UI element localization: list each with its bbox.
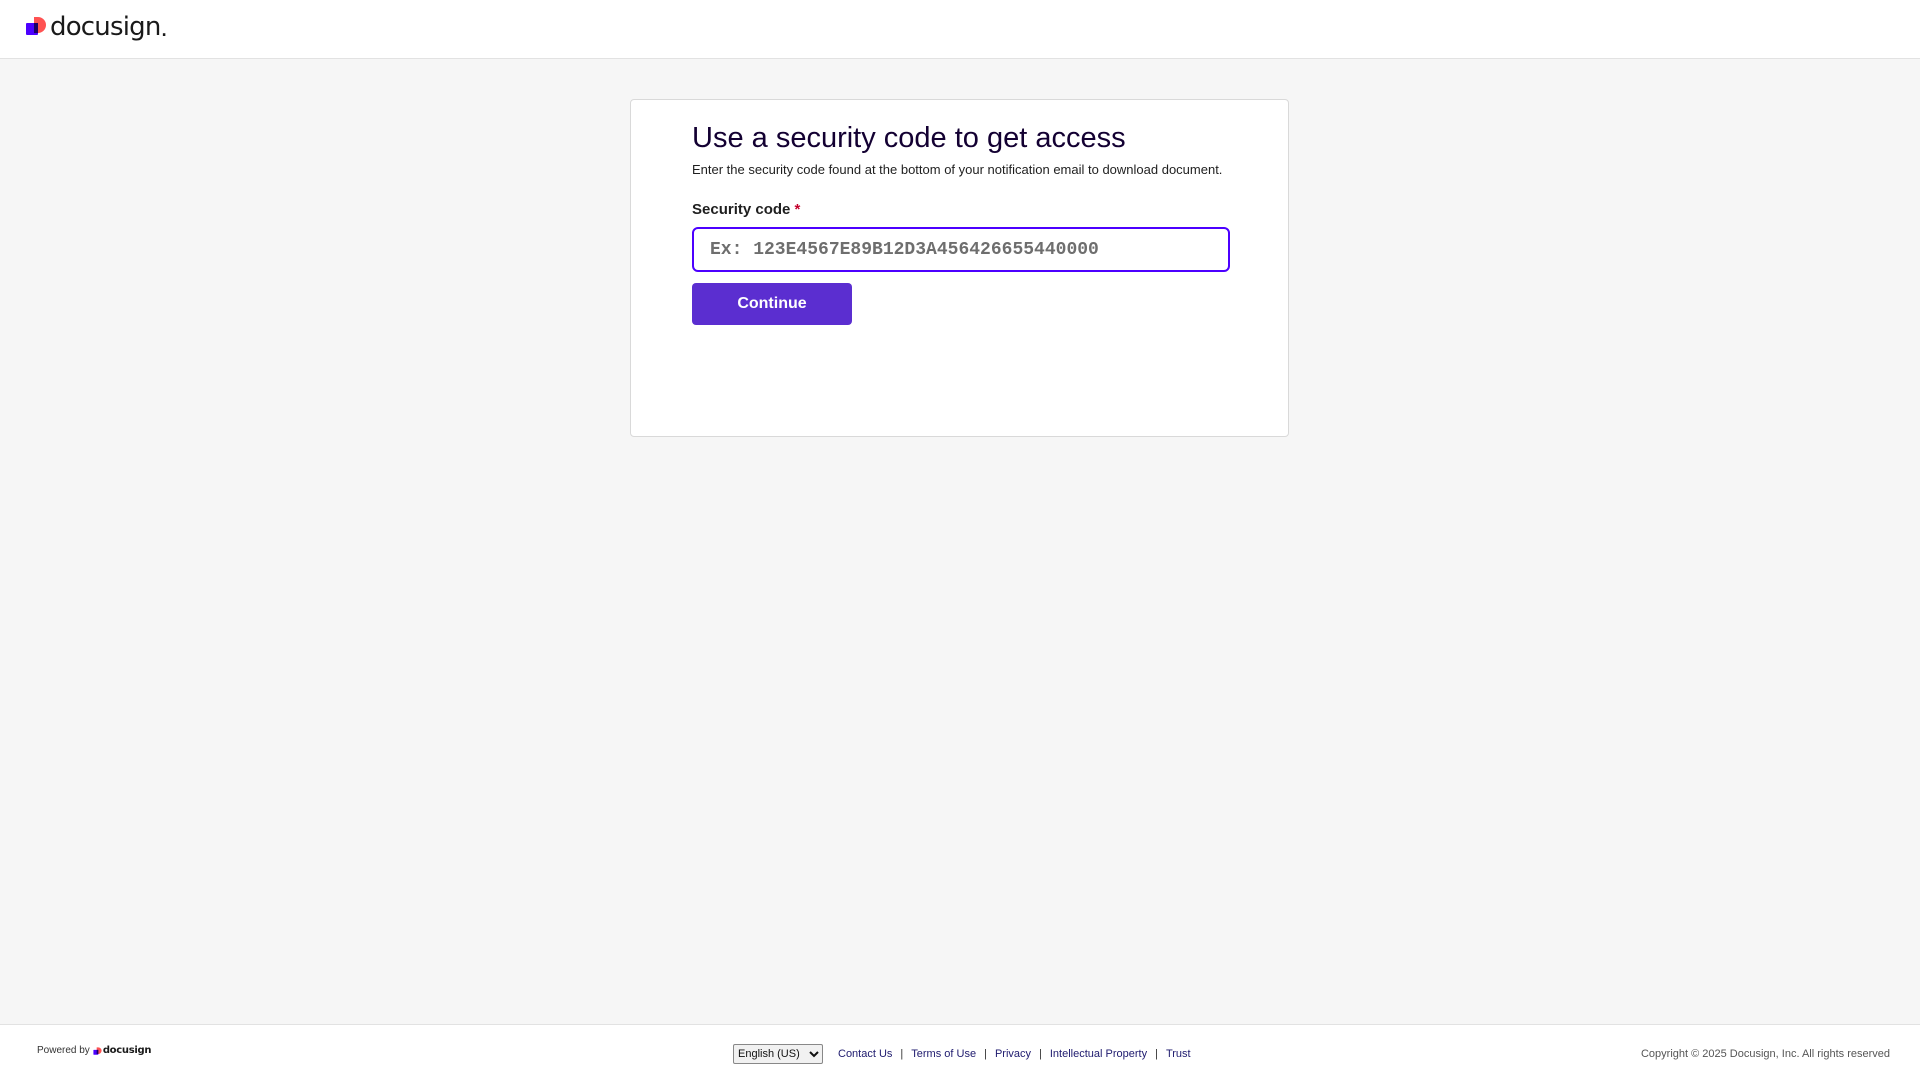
link-separator: | [984, 1048, 987, 1060]
privacy-link[interactable]: Privacy [995, 1047, 1031, 1061]
terms-of-use-link[interactable]: Terms of Use [911, 1047, 976, 1061]
logo-dot: . [160, 12, 168, 42]
link-separator: | [1039, 1048, 1042, 1060]
docusign-small-logo-icon [93, 1046, 102, 1055]
security-code-card: Use a security code to get access Enter … [630, 99, 1289, 437]
footer-links: Contact Us | Terms of Use | Privacy | In… [838, 1047, 1191, 1061]
security-code-label-text: Security code [692, 201, 791, 218]
security-code-input[interactable] [692, 227, 1230, 272]
powered-by: Powered by docusign [37, 1045, 151, 1057]
docusign-logo[interactable]: docusign. [25, 12, 168, 42]
instructions-text: Enter the security code found at the bot… [692, 162, 1223, 177]
powered-by-logo: docusign [102, 1045, 152, 1056]
continue-button[interactable]: Continue [692, 283, 852, 325]
link-separator: | [1155, 1048, 1158, 1060]
contact-us-link[interactable]: Contact Us [838, 1047, 892, 1061]
intellectual-property-link[interactable]: Intellectual Property [1050, 1047, 1147, 1061]
powered-by-text: Powered by [37, 1045, 90, 1056]
top-header: docusign. [0, 0, 1920, 59]
logo-wordmark: docusign [50, 12, 161, 42]
link-separator: | [900, 1048, 904, 1060]
language-select[interactable]: English (US) [733, 1044, 823, 1064]
security-code-label: Security code * [692, 201, 800, 219]
trust-link[interactable]: Trust [1166, 1047, 1191, 1061]
page-title: Use a security code to get access [692, 122, 1126, 154]
copyright-text: Copyright © 2025 Docusign, Inc. All righ… [1640, 1048, 1890, 1060]
page-footer: Powered by docusign English (US) Contact… [0, 1024, 1920, 1081]
required-marker: * [794, 201, 801, 218]
docusign-logo-icon [26, 17, 46, 35]
